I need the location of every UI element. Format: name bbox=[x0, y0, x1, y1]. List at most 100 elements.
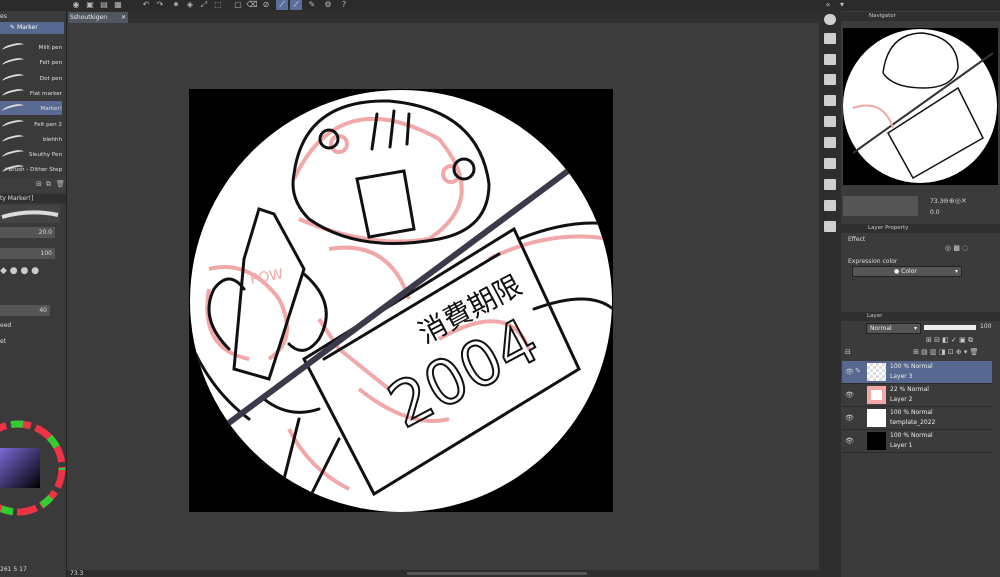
app-icon[interactable]: ◉ bbox=[70, 0, 82, 10]
param-value: 40 bbox=[39, 307, 47, 314]
layer-action-icons[interactable]: ⊟ ⊞ ▤ ▥ ◨ ⊡ ⊕ ▾ 🗑 bbox=[845, 348, 979, 356]
add-brush-icon[interactable]: ⊞ bbox=[36, 180, 42, 188]
color-set-icon[interactable] bbox=[824, 221, 836, 232]
eye-icon[interactable]: 👁 bbox=[845, 437, 854, 445]
brush-label: Felt pen bbox=[39, 60, 62, 67]
new-icon[interactable]: ▦ bbox=[112, 0, 124, 10]
horizontal-scrollbar[interactable] bbox=[407, 572, 587, 575]
brush-stroke-icon bbox=[1, 72, 25, 85]
brush-item[interactable]: l Brush - Dither Step 1 bbox=[0, 162, 62, 189]
canvas-zoom-readout: 73.3 bbox=[70, 570, 84, 577]
undo-icon[interactable]: ↶ bbox=[140, 0, 152, 10]
blend-mode-value: Normal bbox=[870, 325, 892, 332]
brush-label: blehhh bbox=[42, 136, 62, 143]
layer-search-icon[interactable] bbox=[824, 137, 836, 148]
brush-label: Dot pen bbox=[39, 75, 62, 82]
item-bank-icon[interactable] bbox=[824, 74, 836, 85]
layer-mode: 100 % Normal bbox=[890, 363, 933, 370]
brush-item[interactable]: Sleuthy Pen bbox=[0, 147, 62, 161]
brush-list-footer: ⊞ ⧉ 🗑 bbox=[0, 178, 66, 192]
layer-row[interactable]: 👁 22 % Normal Layer 2 bbox=[842, 384, 992, 407]
palette-icon-column bbox=[819, 11, 841, 577]
eye-icon[interactable]: 👁 bbox=[845, 368, 854, 376]
layer-thumbnail bbox=[867, 363, 886, 381]
label-et: et bbox=[0, 338, 7, 345]
expression-color-select[interactable]: ● Color ▾ bbox=[852, 266, 962, 277]
deselect-icon[interactable]: ⌫ bbox=[246, 0, 258, 10]
brush-item[interactable]: blehhh bbox=[0, 132, 62, 146]
tool-property-title: ty Marker!] bbox=[0, 195, 34, 202]
duplicate-brush-icon[interactable]: ⧉ bbox=[46, 180, 51, 189]
navigator-icon[interactable] bbox=[824, 14, 836, 25]
transform-icon[interactable]: ⤢ bbox=[198, 0, 210, 10]
brush-size-slider[interactable]: 20.0 bbox=[0, 227, 55, 238]
info-icon[interactable] bbox=[824, 179, 836, 190]
brush-item[interactable]: Marker! bbox=[0, 101, 62, 116]
pen-icon[interactable]: ✎ bbox=[306, 0, 318, 10]
label-eed: eed bbox=[0, 322, 12, 329]
close-tab-icon[interactable]: ✕ bbox=[121, 12, 126, 23]
param-slider[interactable]: 40 bbox=[0, 305, 50, 316]
expression-color-label: Expression color bbox=[848, 258, 898, 265]
layer-name: Layer 3 bbox=[890, 373, 913, 380]
layer-name: Layer 2 bbox=[890, 396, 913, 403]
brush-item[interactable]: Felt pen 2 bbox=[0, 117, 62, 131]
layer-row[interactable]: 👁 100 % Normal template_2022 bbox=[842, 407, 992, 430]
invert-icon[interactable]: ⊘ bbox=[260, 0, 272, 10]
panel-menu-icon[interactable]: ▾ bbox=[836, 0, 848, 10]
brush-item[interactable]: Felt pen bbox=[0, 55, 62, 69]
delete-brush-icon[interactable]: 🗑 bbox=[56, 180, 65, 188]
color-wheel-graphic bbox=[0, 420, 66, 516]
layer-tool-icons[interactable]: ⊞ ⊟ ◧ ✓ ▣ ⧉ bbox=[926, 336, 973, 345]
layer-row[interactable]: 👁 100 % Normal Layer 1 bbox=[842, 430, 992, 453]
color-palette-icon: ● bbox=[894, 268, 900, 275]
opacity-value: 100 bbox=[40, 250, 52, 257]
settings-icon[interactable]: ⚙ bbox=[322, 0, 334, 10]
history-icon[interactable] bbox=[824, 95, 836, 106]
redo-icon[interactable]: ↷ bbox=[154, 0, 166, 10]
eye-icon[interactable]: 👁 bbox=[845, 414, 854, 422]
brush-stroke-icon bbox=[1, 133, 25, 146]
document-tab-bar bbox=[67, 11, 819, 23]
layer-tab[interactable]: Layer bbox=[867, 313, 882, 319]
brush-tip-shapes[interactable]: ◆ ● ● ● bbox=[0, 266, 60, 278]
brush-item[interactable]: Dot pen bbox=[0, 71, 62, 85]
effect-icons[interactable]: ◎ ▩ ◌ bbox=[945, 244, 968, 252]
auto-action-icon[interactable] bbox=[824, 116, 836, 127]
brush-stroke-icon bbox=[1, 56, 25, 69]
clear-icon[interactable]: ✷ bbox=[170, 0, 182, 10]
eye-icon[interactable]: 👁 bbox=[845, 391, 854, 399]
help-icon[interactable]: ? bbox=[338, 0, 350, 10]
panel-collapse-icon[interactable]: « bbox=[822, 0, 834, 10]
document-tab-label: Sshoutkigen bbox=[70, 14, 108, 21]
crop-icon[interactable]: ⬚ bbox=[212, 0, 224, 10]
layer-row[interactable]: 👁 ✎ 100 % Normal Layer 3 bbox=[842, 361, 992, 384]
brush-stroke-icon bbox=[1, 41, 25, 54]
brush-group-label: Marker bbox=[16, 24, 38, 31]
save-icon[interactable]: ▣ bbox=[84, 0, 96, 10]
animation-icon[interactable] bbox=[824, 158, 836, 169]
navigator-preview-strip bbox=[843, 196, 918, 216]
snap-line-icon[interactable]: ⟋ bbox=[290, 0, 302, 10]
brush-item[interactable]: Flat marker bbox=[0, 86, 62, 100]
select-icon[interactable]: ▢ bbox=[232, 0, 244, 10]
material-icon[interactable] bbox=[824, 54, 836, 65]
document-tab[interactable]: Sshoutkigen ✕ bbox=[68, 12, 128, 23]
layer-panel-header: Layer bbox=[841, 312, 1000, 321]
layers-icon[interactable]: ▤ bbox=[98, 0, 110, 10]
effect-label: Effect bbox=[848, 236, 866, 243]
sub-view-icon[interactable] bbox=[824, 33, 836, 44]
brush-group-tab[interactable]: ✎ Marker bbox=[0, 22, 64, 34]
navigator-thumbnail[interactable] bbox=[843, 28, 998, 185]
fill-icon[interactable]: ◈ bbox=[184, 0, 196, 10]
snap-ruler-icon[interactable]: ⟋ bbox=[276, 0, 288, 10]
layer-opacity-slider[interactable] bbox=[924, 325, 976, 330]
color-wheel[interactable] bbox=[0, 410, 66, 545]
brush-item[interactable]: Milli pen bbox=[0, 40, 62, 54]
quick-access-icon[interactable] bbox=[824, 200, 836, 211]
navigator-angle-value: 0.0 bbox=[930, 209, 940, 216]
blend-mode-select[interactable]: Normal ▾ bbox=[866, 323, 921, 334]
opacity-slider[interactable]: 100 bbox=[0, 248, 55, 259]
navigator-zoom-controls[interactable]: ⊖⊕◎✕ bbox=[943, 197, 967, 205]
artboard[interactable]: 消費期限 2004 POW bbox=[189, 89, 613, 512]
